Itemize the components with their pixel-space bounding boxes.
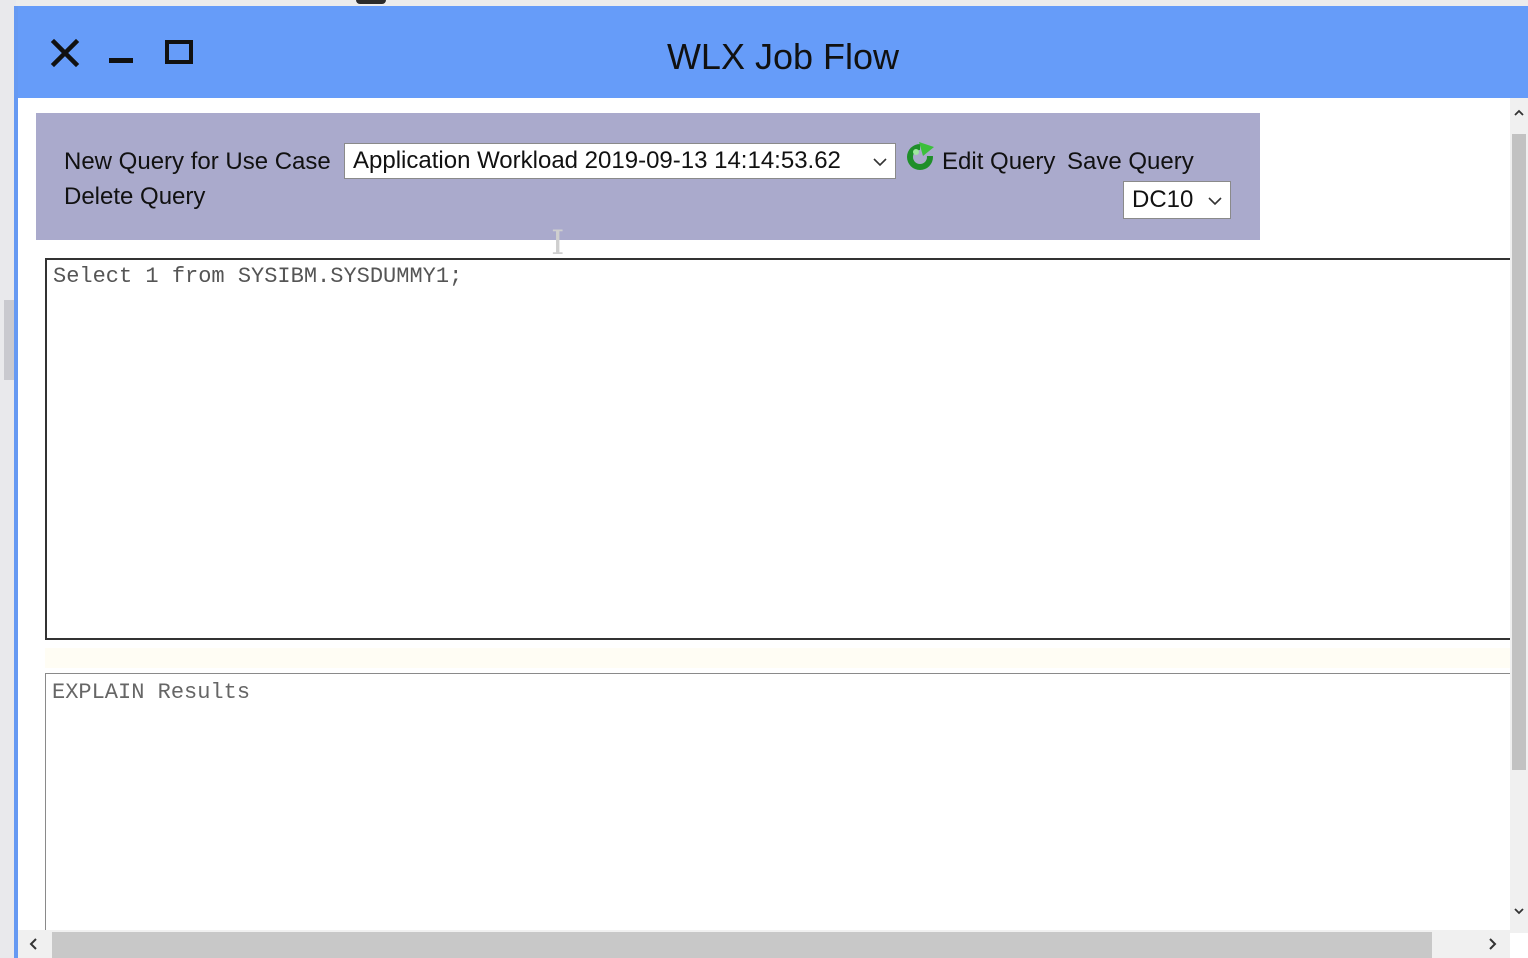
vertical-scroll-thumb[interactable] <box>1512 134 1526 770</box>
window-content: New Query for Use Case Application Workl… <box>18 98 1528 958</box>
subsystem-selected-value: DC10 <box>1132 186 1194 213</box>
background-app-bar <box>4 300 14 380</box>
vertical-scrollbar[interactable] <box>1510 98 1528 933</box>
chevron-down-icon <box>873 158 887 167</box>
new-query-label: New Query for Use Case <box>64 148 331 175</box>
titlebar: WLX Job Flow <box>18 6 1528 98</box>
horizontal-scroll-thumb[interactable] <box>52 932 1432 958</box>
refresh-icon[interactable] <box>904 140 936 172</box>
edit-query-link[interactable]: Edit Query <box>942 148 1055 176</box>
delete-query-link[interactable]: Delete Query <box>64 183 205 211</box>
job-flow-window: WLX Job Flow New Query for Use Case Appl… <box>14 6 1528 958</box>
scroll-left-arrow-icon[interactable] <box>26 936 42 952</box>
horizontal-scrollbar[interactable] <box>18 930 1510 958</box>
window-title: WLX Job Flow <box>666 36 900 77</box>
pane-divider[interactable] <box>45 648 1515 668</box>
sql-query-textarea[interactable]: Select 1 from SYSIBM.SYSDUMMY1; <box>45 258 1515 640</box>
desktop: WLX Job Flow New Query for Use Case Appl… <box>0 0 1528 958</box>
subsystem-select[interactable]: DC10 <box>1123 181 1231 219</box>
explain-results-textarea[interactable]: EXPLAIN Results <box>45 673 1515 933</box>
scroll-down-arrow-icon[interactable] <box>1512 904 1526 918</box>
use-case-selected-value: Application Workload 2019-09-13 14:14:53… <box>353 147 841 174</box>
text-cursor-icon: I <box>551 223 565 263</box>
use-case-select[interactable]: Application Workload 2019-09-13 14:14:53… <box>344 143 896 179</box>
query-toolbar-panel: New Query for Use Case Application Workl… <box>36 113 1260 240</box>
refresh-icon-graphic <box>907 142 936 170</box>
background-tab-handle <box>356 0 386 4</box>
scroll-right-arrow-icon[interactable] <box>1484 936 1500 952</box>
scroll-up-arrow-icon[interactable] <box>1512 106 1526 120</box>
save-query-link[interactable]: Save Query <box>1067 148 1194 176</box>
chevron-down-icon <box>1208 197 1222 206</box>
